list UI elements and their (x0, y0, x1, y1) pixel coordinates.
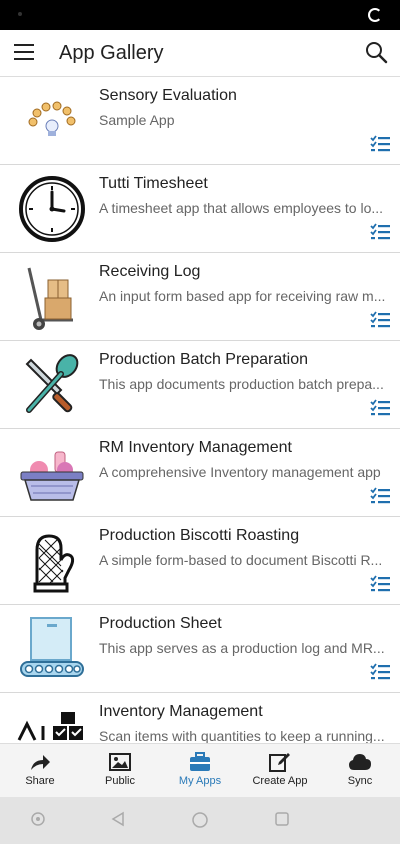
share-icon (31, 755, 50, 770)
app-name: Production Sheet (99, 615, 222, 632)
cloud-icon (349, 754, 371, 770)
app-item-inventory-management[interactable]: Inventory Management Scan items with qua… (0, 693, 400, 743)
app-item-production-biscotti-roasting[interactable]: Production Biscotti Roasting A simple fo… (0, 517, 400, 605)
page-title: App Gallery (59, 42, 164, 64)
conveyor-icon (20, 617, 84, 677)
nav-public[interactable]: Public (80, 744, 160, 798)
back-icon[interactable] (110, 811, 126, 827)
app-name: Production Batch Preparation (99, 351, 309, 368)
app-name: RM Inventory Management (99, 439, 292, 456)
hamburger-menu-icon[interactable] (14, 44, 34, 60)
app-description: A timesheet app that allows employees to… (99, 200, 384, 216)
app-description: A simple form-based to document Biscotti… (99, 552, 383, 568)
status-bar (0, 0, 400, 30)
checklist-icon[interactable] (370, 663, 390, 681)
nav-label: Public (105, 775, 135, 787)
search-icon[interactable] (364, 40, 388, 64)
nav-my-apps[interactable]: My Apps (160, 744, 240, 798)
app-description: This app serves as a production log and … (99, 640, 385, 656)
checklist-icon[interactable] (370, 575, 390, 593)
system-navigation-bar (0, 797, 400, 844)
app-description: This app documents production batch prep… (99, 376, 384, 392)
app-name: Receiving Log (99, 263, 201, 280)
app-item-tutti-timesheet[interactable]: Tutti Timesheet A timesheet app that all… (0, 165, 400, 253)
nav-share[interactable]: Share (0, 744, 80, 798)
recents-icon[interactable] (274, 811, 290, 827)
nav-label: My Apps (178, 775, 222, 787)
hand-truck-icon (27, 267, 73, 330)
edit-icon (269, 753, 290, 772)
nav-label: Sync (347, 775, 373, 787)
app-name: Tutti Timesheet (99, 175, 208, 192)
app-list: Sensory Evaluation Sample App Tutti Time… (0, 77, 400, 743)
home-icon[interactable] (191, 811, 209, 829)
loading-indicator-icon (368, 8, 382, 22)
nav-create-app[interactable]: Create App (240, 744, 320, 798)
app-item-rm-inventory-management[interactable]: RM Inventory Management A comprehensive … (0, 429, 400, 517)
basket-icon (20, 451, 84, 501)
clock-icon (19, 176, 85, 242)
app-name: Sensory Evaluation (99, 87, 237, 104)
app-name: Production Biscotti Roasting (99, 527, 300, 544)
nav-label: Create App (252, 775, 308, 787)
bottom-navigation: Share Public My Apps Create App Sync (0, 743, 400, 798)
app-description: A comprehensive Inventory management app (99, 464, 381, 480)
app-description: An input form based app for receiving ra… (99, 288, 386, 304)
checklist-icon[interactable] (370, 135, 390, 153)
notification-dot (18, 12, 22, 16)
briefcase-icon (190, 752, 210, 771)
image-icon (109, 753, 131, 771)
oven-mitt-icon (33, 534, 75, 593)
boxes-icon (17, 712, 83, 741)
app-item-production-batch-preparation[interactable]: Production Batch Preparation This app do… (0, 341, 400, 429)
nav-label: Share (25, 775, 55, 787)
checklist-icon[interactable] (370, 223, 390, 241)
app-item-production-sheet[interactable]: Production Sheet This app serves as a pr… (0, 605, 400, 693)
checklist-icon[interactable] (370, 311, 390, 329)
app-description: Sample App (99, 112, 175, 128)
checklist-icon[interactable] (370, 399, 390, 417)
sensory-evaluation-icon (28, 101, 76, 136)
assistant-icon[interactable] (30, 811, 46, 827)
app-item-receiving-log[interactable]: Receiving Log An input form based app fo… (0, 253, 400, 341)
app-item-sensory-evaluation[interactable]: Sensory Evaluation Sample App (0, 77, 400, 165)
app-description: Scan items with quantities to keep a run… (99, 728, 385, 743)
app-bar: App Gallery (0, 30, 400, 77)
knife-spatula-icon (25, 354, 79, 413)
app-name: Inventory Management (99, 703, 263, 720)
checklist-icon[interactable] (370, 487, 390, 505)
nav-sync[interactable]: Sync (320, 744, 400, 798)
